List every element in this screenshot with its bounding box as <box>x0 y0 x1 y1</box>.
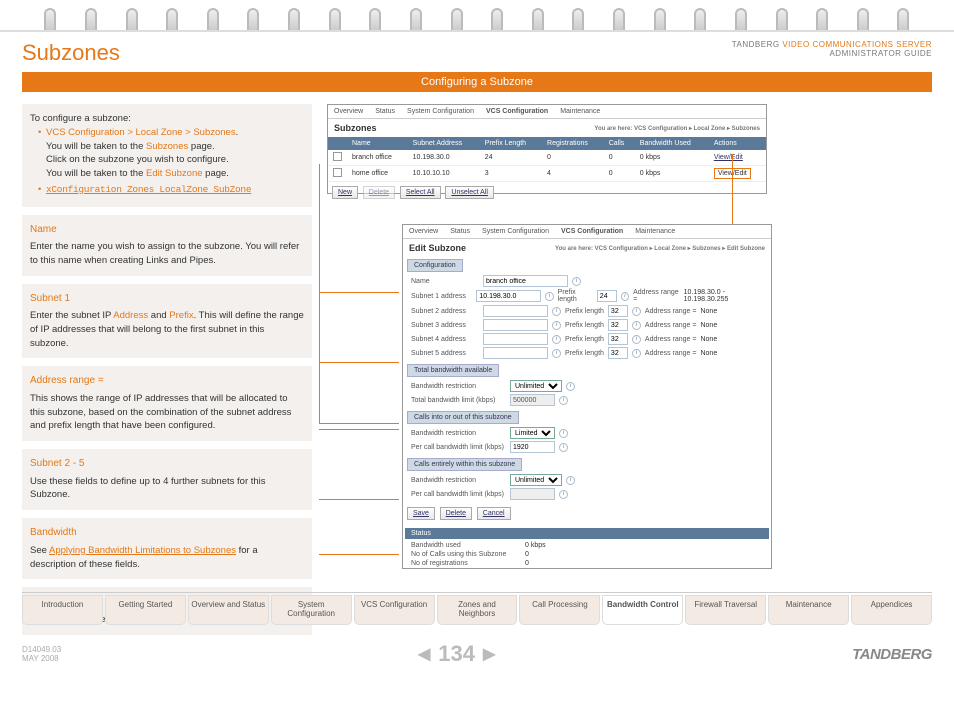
page-number: ◀134▶ <box>418 641 495 667</box>
header-branding: TANDBERG VIDEO COMMUNICATIONS SERVER ADM… <box>732 40 932 58</box>
tandberg-logo: TANDBERG <box>852 646 932 663</box>
chapter-tab[interactable]: Overview and Status <box>188 595 269 625</box>
bandwidth-box: Bandwidth See Applying Bandwidth Limitat… <box>22 518 312 579</box>
unselect-all-button[interactable]: Unselect All <box>445 186 494 199</box>
new-button[interactable]: New <box>332 186 358 199</box>
subnet-address-input[interactable] <box>483 347 548 359</box>
prefix-length-input[interactable] <box>608 347 628 359</box>
delete-button[interactable]: Delete <box>363 186 395 199</box>
cancel-button[interactable]: Cancel <box>477 507 511 520</box>
name-input[interactable] <box>483 275 568 287</box>
delete-button[interactable]: Delete <box>440 507 472 520</box>
xconfig-link[interactable]: xConfiguration Zones LocalZone SubZone <box>46 184 251 195</box>
prefix-length-input[interactable] <box>608 305 628 317</box>
info-icon[interactable]: i <box>559 443 568 452</box>
view-edit-link[interactable]: View/Edit <box>714 154 743 161</box>
intro-box: To configure a subzone: VCS Configuratio… <box>22 104 312 207</box>
info-icon[interactable]: i <box>552 335 561 344</box>
select-all-button[interactable]: Select All <box>400 186 441 199</box>
subnet1-box: Subnet 1 Enter the subnet IP Address and… <box>22 284 312 359</box>
info-icon[interactable]: i <box>632 349 641 358</box>
info-icon[interactable]: i <box>566 382 575 391</box>
subnet-address-input[interactable] <box>483 333 548 345</box>
info-icon[interactable]: i <box>552 321 561 330</box>
info-icon[interactable]: i <box>559 490 568 499</box>
info-icon[interactable]: i <box>545 292 553 301</box>
row-checkbox[interactable] <box>333 152 342 161</box>
edit-subzone-screenshot: OverviewStatusSystem ConfigurationVCS Co… <box>402 224 772 569</box>
info-icon[interactable]: i <box>559 396 568 405</box>
chapter-tab[interactable]: Appendices <box>851 595 932 625</box>
info-icon[interactable]: i <box>632 321 641 330</box>
chapter-tab[interactable]: System Configuration <box>271 595 352 625</box>
total-bw-input[interactable] <box>510 394 555 406</box>
page-title: Subzones <box>22 40 120 66</box>
percall-bw-input[interactable] <box>510 441 555 453</box>
subzones-table: NameSubnet AddressPrefix LengthRegistrat… <box>328 137 766 182</box>
chapter-tab[interactable]: Maintenance <box>768 595 849 625</box>
chapter-tab[interactable]: Zones and Neighbors <box>437 595 518 625</box>
table-row: branch office10.198.30.024000 kbpsView/E… <box>328 150 766 166</box>
row-checkbox[interactable] <box>333 168 342 177</box>
percall-bw-input[interactable] <box>510 488 555 500</box>
name-box: Name Enter the name you wish to assign t… <box>22 215 312 276</box>
doc-id: D14049.03MAY 2008 <box>22 645 61 663</box>
chapter-tab[interactable]: Introduction <box>22 595 103 625</box>
info-icon[interactable]: i <box>552 307 561 316</box>
bw-restriction-select[interactable]: Unlimited <box>510 474 562 486</box>
bw-restriction-select[interactable]: Limited <box>510 427 555 439</box>
subnet-address-input[interactable] <box>483 305 548 317</box>
info-icon[interactable]: i <box>621 292 629 301</box>
connector-line <box>319 164 399 424</box>
table-row: home office10.10.10.103400 kbpsView/Edit <box>328 166 766 182</box>
prev-page-icon[interactable]: ◀ <box>418 644 430 664</box>
subnet-address-input[interactable] <box>476 290 541 302</box>
prefix-length-input[interactable] <box>597 290 617 302</box>
bw-link[interactable]: Applying Bandwidth Limitations to Subzon… <box>49 545 236 556</box>
chapter-tab[interactable]: Call Processing <box>519 595 600 625</box>
address-range-box: Address range = This shows the range of … <box>22 366 312 441</box>
prefix-length-input[interactable] <box>608 319 628 331</box>
subnet25-box: Subnet 2 - 5 Use these fields to define … <box>22 449 312 510</box>
next-page-icon[interactable]: ▶ <box>483 644 495 664</box>
subnet-address-input[interactable] <box>483 319 548 331</box>
prefix-length-input[interactable] <box>608 333 628 345</box>
info-icon[interactable]: i <box>552 349 561 358</box>
info-icon[interactable]: i <box>559 429 568 438</box>
section-bar: Configuring a Subzone <box>22 72 932 92</box>
info-icon[interactable]: i <box>632 307 641 316</box>
spiral-binding <box>0 0 954 30</box>
info-icon[interactable]: i <box>566 476 575 485</box>
nav-path[interactable]: VCS Configuration > Local Zone > Subzone… <box>46 127 236 138</box>
save-button[interactable]: Save <box>407 507 435 520</box>
info-icon[interactable]: i <box>632 335 641 344</box>
chapter-tab[interactable]: Getting Started <box>105 595 186 625</box>
chapter-tab[interactable]: VCS Configuration <box>354 595 435 625</box>
chapter-tab[interactable]: Firewall Traversal <box>685 595 766 625</box>
subzones-list-screenshot: OverviewStatusSystem ConfigurationVCS Co… <box>327 104 767 194</box>
chapter-tabs: IntroductionGetting StartedOverview and … <box>22 592 932 625</box>
chapter-tab[interactable]: Bandwidth Control <box>602 595 683 625</box>
info-icon[interactable]: i <box>572 277 581 286</box>
bw-restriction-select[interactable]: Unlimited <box>510 380 562 392</box>
